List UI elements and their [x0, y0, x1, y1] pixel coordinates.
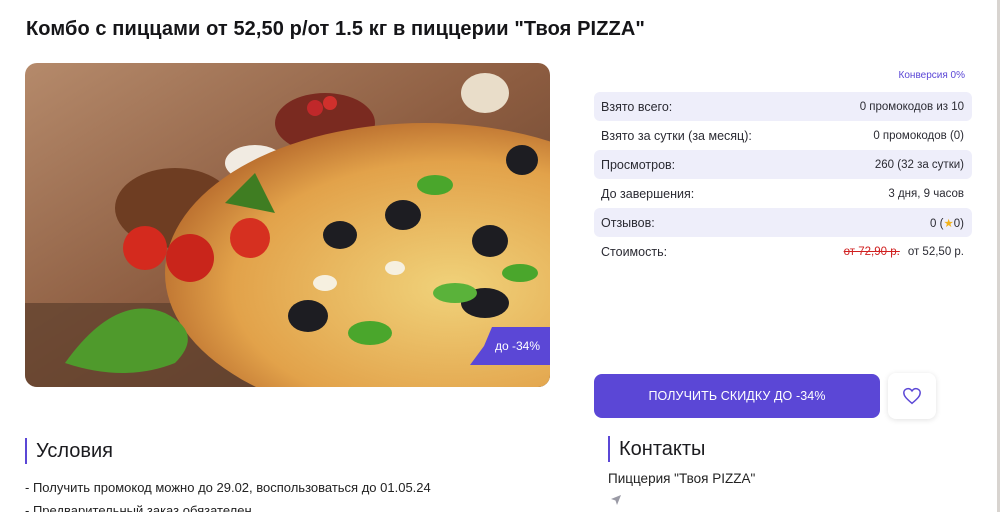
- contacts-heading: Контакты: [608, 436, 705, 462]
- price-value: от 72,90 р. от 52,50 р.: [844, 246, 964, 258]
- page-title: Комбо с пиццами от 52,50 р/от 1.5 кг в п…: [26, 18, 645, 40]
- conditions-heading: Условия: [25, 438, 113, 464]
- heart-icon: [903, 387, 921, 405]
- contact-name: Пиццерия "Твоя PIZZA": [608, 471, 756, 486]
- conditions-list: - Получить промокод можно до 29.02, восп…: [25, 476, 431, 512]
- stat-label: Просмотров:: [601, 157, 676, 172]
- stat-label: Взято всего:: [601, 99, 673, 114]
- pizza-photo: [25, 63, 550, 387]
- stat-row-taken-day: Взято за сутки (за месяц): 0 промокодов …: [594, 121, 972, 150]
- stat-label: Взято за сутки (за месяц):: [601, 128, 752, 143]
- stat-label: До завершения:: [601, 186, 695, 201]
- stat-value: 0 промокодов из 10: [859, 100, 964, 113]
- stat-row-time-left: До завершения: 3 дня, 9 часов: [594, 179, 972, 208]
- stat-label: Стоимость:: [601, 244, 668, 259]
- stat-value: 3 дня, 9 часов: [888, 187, 964, 200]
- get-discount-button[interactable]: ПОЛУЧИТЬ СКИДКУ ДО -34%: [594, 374, 880, 418]
- new-price: от 52,50 р.: [907, 245, 964, 258]
- favorite-button[interactable]: [888, 373, 936, 419]
- stats-table: Взято всего: 0 промокодов из 10 Взято за…: [594, 92, 972, 266]
- stat-value[interactable]: 0 (★0): [930, 216, 964, 230]
- location-arrow-icon[interactable]: [610, 494, 622, 506]
- star-icon: ★: [943, 217, 954, 230]
- stat-value: 0 промокодов (0): [873, 129, 964, 142]
- stat-value: 260 (32 за сутки): [874, 158, 964, 171]
- old-price: от 72,90 р.: [843, 245, 900, 258]
- stat-row-reviews: Отзывов: 0 (★0): [594, 208, 972, 237]
- condition-item: - Предварительный заказ обязателен: [25, 503, 252, 512]
- stat-label: Отзывов:: [601, 215, 655, 230]
- hero-image: до -34%: [25, 63, 550, 387]
- stat-row-price: Стоимость: от 72,90 р. от 52,50 р.: [594, 237, 972, 266]
- reviews-count: 0 (: [930, 217, 944, 230]
- rating-value: 0): [953, 217, 964, 230]
- conversion-label: Конверсия 0%: [898, 70, 965, 81]
- condition-item: - Получить промокод можно до 29.02, восп…: [25, 480, 431, 495]
- stat-row-views: Просмотров: 260 (32 за сутки): [594, 150, 972, 179]
- stat-row-taken-total: Взято всего: 0 промокодов из 10: [594, 92, 972, 121]
